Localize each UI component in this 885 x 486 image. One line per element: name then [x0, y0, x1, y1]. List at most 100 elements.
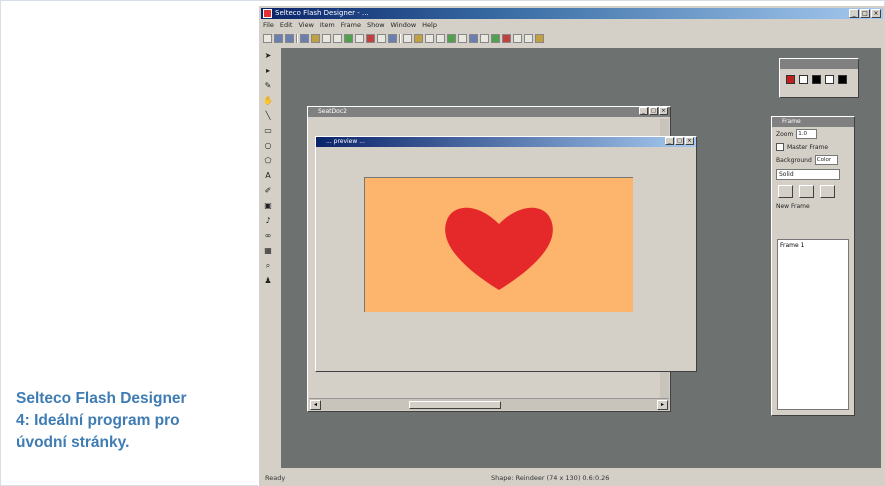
palette-titlebar[interactable] [780, 59, 858, 69]
scroll-left-icon[interactable]: ◂ [310, 400, 321, 410]
fill-color-swatch[interactable] [786, 75, 795, 84]
ellipse-icon[interactable]: ○ [263, 140, 274, 151]
horizontal-scrollbar[interactable]: ◂ ▸ [309, 398, 669, 410]
document-window-front-titlebar[interactable]: ... preview ... _ □ × [316, 137, 696, 147]
save-icon[interactable] [285, 33, 294, 43]
color-icon[interactable] [502, 33, 511, 43]
document-window-front: ... preview ... _ □ × [315, 136, 697, 372]
line-color-swatch[interactable] [799, 75, 808, 84]
grid-tool-icon[interactable]: ▦ [263, 245, 274, 256]
document-window-back-title: SeatDoc2 [318, 108, 347, 115]
order-icon[interactable] [469, 33, 478, 43]
undo-icon[interactable] [333, 33, 342, 43]
close-button[interactable]: × [871, 9, 881, 18]
help-icon[interactable] [535, 33, 544, 43]
app-titlebar: Selteco Flash Designer - ... _ □ × [261, 8, 883, 19]
document-window-back-titlebar[interactable]: SeatDoc2 _ □ × [308, 107, 670, 117]
cut-icon[interactable] [300, 33, 309, 43]
menu-window[interactable]: Window [391, 20, 417, 30]
new-frame-label[interactable]: New Frame [776, 203, 810, 210]
black-swatch[interactable] [812, 75, 821, 84]
menu-edit[interactable]: Edit [280, 20, 293, 30]
minimize-button[interactable]: _ [849, 9, 859, 18]
statusbar: Ready Shape: Reindeer (74 x 130) 0.6:0.2… [261, 472, 883, 484]
zoom-in-icon[interactable] [513, 33, 522, 43]
arrow-icon[interactable]: ➤ [263, 50, 274, 61]
ungroup-icon[interactable] [458, 33, 467, 43]
master-frame-label: Master Frame [787, 143, 829, 151]
menu-frame[interactable]: Frame [341, 20, 361, 30]
app-title: Selteco Flash Designer - ... [275, 9, 369, 17]
play-icon[interactable] [366, 33, 375, 43]
minimize-button[interactable]: _ [665, 137, 674, 145]
menu-item[interactable]: Item [320, 20, 335, 30]
scroll-thumb[interactable] [409, 401, 501, 409]
snap-icon[interactable] [491, 33, 500, 43]
minimize-button[interactable]: _ [639, 107, 648, 115]
caption-line-3: úvodní stránky. [16, 434, 130, 451]
menu-file[interactable]: File [263, 20, 274, 30]
zoom-label: Zoom [776, 130, 794, 138]
zoom-icon[interactable]: ⌕ [263, 260, 274, 271]
link-icon[interactable]: ∞ [263, 230, 274, 241]
maximize-button[interactable]: □ [649, 107, 658, 115]
polygon-icon[interactable]: ⬠ [263, 155, 274, 166]
menu-help[interactable]: Help [422, 20, 437, 30]
frame-list-item[interactable]: Frame 1 [780, 242, 804, 249]
person-icon[interactable]: ♟ [263, 275, 274, 286]
frame-button-1[interactable] [778, 185, 793, 198]
frame-icon[interactable] [388, 33, 397, 43]
scroll-right-icon[interactable]: ▸ [657, 400, 668, 410]
toolbar-separator [399, 33, 401, 43]
heart-shape[interactable] [445, 207, 553, 290]
menu-view[interactable]: View [298, 20, 313, 30]
brush-icon[interactable]: ✐ [263, 185, 274, 196]
menu-show[interactable]: Show [367, 20, 385, 30]
text-tool-icon[interactable] [414, 33, 423, 43]
background-label: Background [776, 156, 812, 164]
right-toolbar [881, 48, 885, 468]
text-icon[interactable]: A [263, 170, 274, 181]
grid-icon[interactable] [480, 33, 489, 43]
color-palette-panel [779, 58, 859, 98]
line-icon[interactable]: ╲ [263, 110, 274, 121]
rectangle-icon[interactable]: ▭ [263, 125, 274, 136]
redo-icon[interactable] [344, 33, 353, 43]
maximize-button[interactable]: □ [860, 9, 870, 18]
frame-panel-titlebar[interactable]: Frame [772, 117, 854, 127]
hand-icon[interactable]: ✋ [263, 95, 274, 106]
maximize-button[interactable]: □ [675, 137, 684, 145]
white-swatch[interactable] [825, 75, 834, 84]
background-select[interactable]: Color [814, 155, 838, 165]
new-icon[interactable] [263, 33, 272, 43]
group-icon[interactable] [447, 33, 456, 43]
frame-list[interactable]: Frame 1 [777, 239, 849, 410]
text-color-swatch[interactable] [838, 75, 847, 84]
preview-icon[interactable] [355, 33, 364, 43]
frame-button-3[interactable] [820, 185, 835, 198]
status-shape-info: Shape: Reindeer (74 x 130) 0.6:0.26 [491, 474, 610, 482]
sound-icon[interactable]: ♪ [263, 215, 274, 226]
master-frame-checkbox[interactable] [776, 143, 784, 151]
open-icon[interactable] [274, 33, 283, 43]
close-button[interactable]: × [685, 137, 694, 145]
caption-line-2: 4: Ideální program pro [16, 412, 180, 429]
pen-icon[interactable]: ✎ [263, 80, 274, 91]
frame-button-2[interactable] [799, 185, 814, 198]
node-icon[interactable]: ▸ [263, 65, 274, 76]
copy-icon[interactable] [311, 33, 320, 43]
rectangle-tool-icon[interactable] [403, 33, 412, 43]
close-button[interactable]: × [659, 107, 668, 115]
export-icon[interactable] [377, 33, 386, 43]
zoom-field[interactable]: 1.0 [796, 129, 818, 139]
tool-palette: ➤ ▸ ✎ ✋ ╲ ▭ ○ ⬠ A ✐ ▣ ♪ ∞ ▦ ⌕ ♟ [261, 50, 275, 286]
paste-icon[interactable] [322, 33, 331, 43]
fill-dropdown[interactable]: Solid [776, 169, 840, 180]
image-icon[interactable]: ▣ [263, 200, 274, 211]
align-icon[interactable] [436, 33, 445, 43]
zoom-out-icon[interactable] [524, 33, 533, 43]
toolbar-separator [296, 33, 298, 43]
flash-canvas[interactable] [364, 177, 633, 312]
font-icon[interactable] [425, 33, 434, 43]
app-icon [263, 9, 272, 18]
